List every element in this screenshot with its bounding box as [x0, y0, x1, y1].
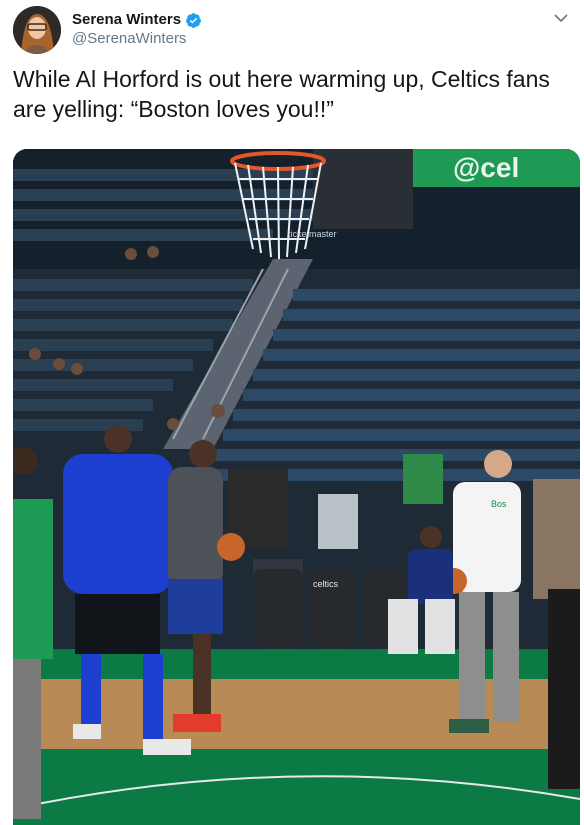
banner-text: @cel — [453, 152, 519, 183]
shirt-text: Bos — [491, 499, 507, 509]
tweet-header: Serena Winters @SerenaWinters — [13, 4, 573, 56]
display-name[interactable]: Serena Winters — [72, 11, 181, 29]
tweet-text: While Al Horford is out here warming up,… — [13, 66, 550, 122]
seat-text: celtics — [313, 579, 339, 589]
avatar[interactable] — [13, 6, 61, 54]
name-row: Serena Winters — [72, 11, 202, 29]
profile-photo-icon — [13, 6, 61, 54]
arena-photo: @cel ticketmaster celtics Bos — [13, 149, 580, 825]
verified-badge-icon — [186, 12, 202, 28]
sign-text: ticketmaster — [288, 229, 337, 239]
handle[interactable]: @SerenaWinters — [72, 30, 186, 48]
chevron-down-icon[interactable] — [553, 10, 569, 26]
tweet-photo[interactable]: @cel ticketmaster celtics Bos — [13, 149, 580, 825]
